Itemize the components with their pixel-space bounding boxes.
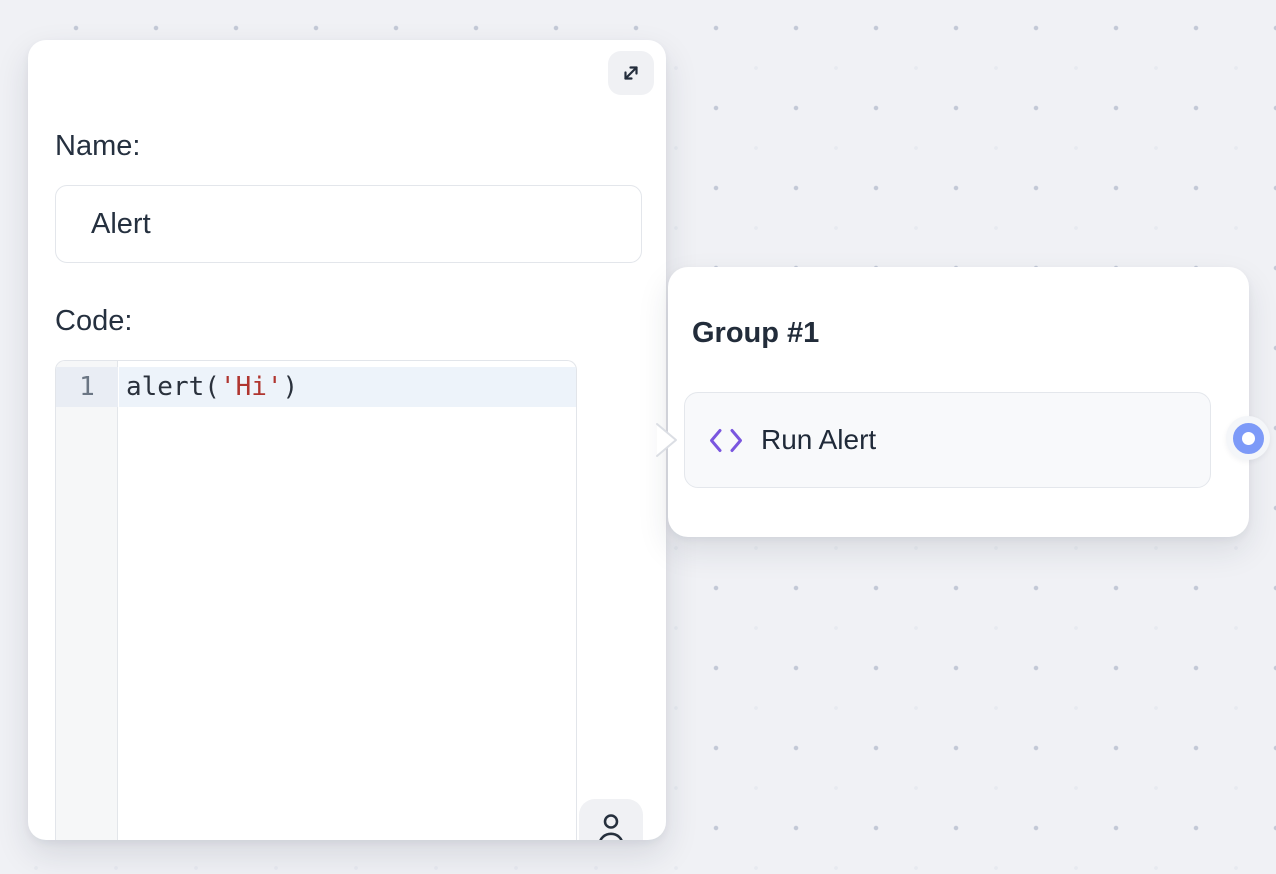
node-label: Run Alert	[761, 424, 876, 456]
name-field-label: Name:	[55, 130, 140, 162]
expand-diagonal-icon	[619, 61, 643, 85]
code-line-content[interactable]: alert('Hi')	[119, 367, 576, 407]
node-run-alert[interactable]: Run Alert	[684, 392, 1211, 488]
flow-canvas[interactable]: Name: Code: 1 alert('Hi') Group #1	[0, 0, 1276, 874]
code-field-label: Code:	[55, 305, 132, 337]
code-line[interactable]: 1 alert('Hi')	[56, 367, 576, 407]
code-brackets-icon	[708, 426, 744, 455]
code-editor[interactable]: 1 alert('Hi')	[55, 360, 577, 840]
expand-button[interactable]	[608, 51, 654, 95]
connection-handle[interactable]	[1226, 416, 1270, 460]
name-input[interactable]	[55, 185, 642, 263]
group-node-card[interactable]: Group #1 Run Alert	[668, 267, 1249, 537]
node-editor-panel: Name: Code: 1 alert('Hi')	[28, 40, 666, 840]
line-number-gutter	[56, 361, 118, 840]
person-icon	[593, 810, 629, 840]
code-token: )	[283, 372, 299, 402]
code-token: alert(	[126, 372, 220, 402]
connection-handle-dot[interactable]	[1233, 423, 1264, 454]
group-title: Group #1	[692, 315, 819, 351]
caret-right-icon[interactable]	[654, 421, 680, 459]
line-number: 1	[56, 367, 118, 407]
user-button[interactable]	[579, 799, 643, 840]
code-token-string: 'Hi'	[220, 372, 283, 402]
